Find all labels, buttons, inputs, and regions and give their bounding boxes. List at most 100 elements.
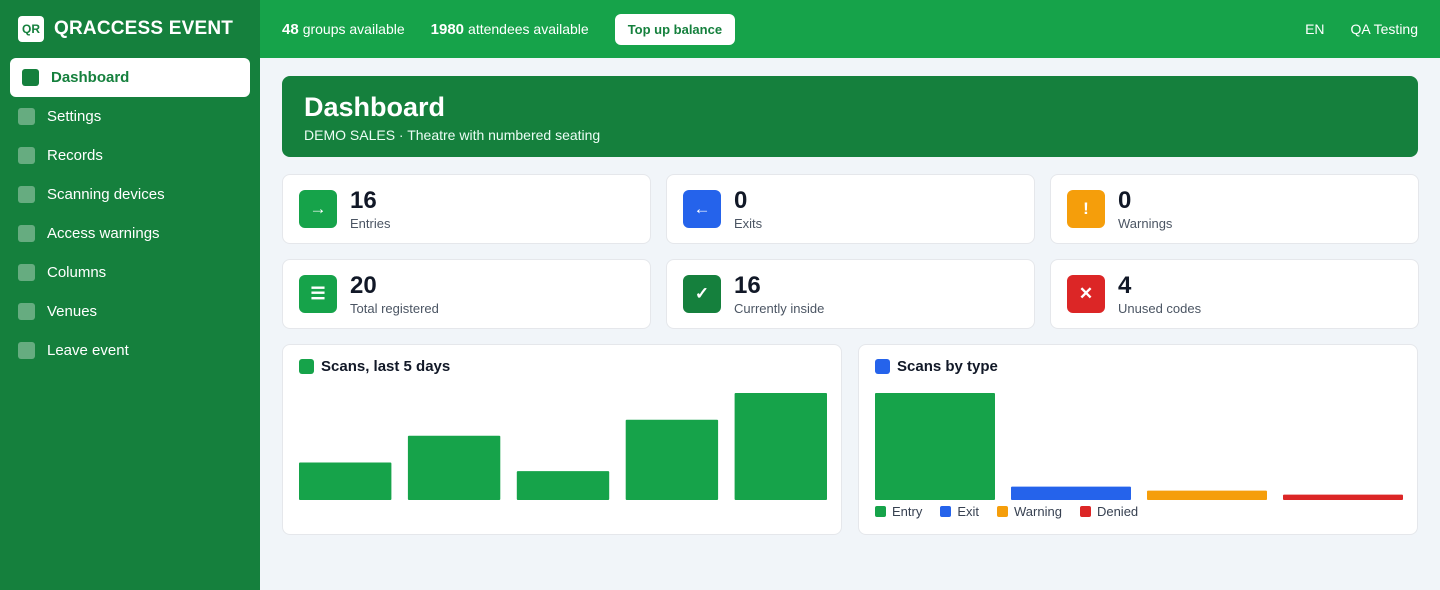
stat-text: 16 Currently inside [734, 271, 825, 316]
legend-swatch [1079, 506, 1091, 517]
cross-icon: ✕ [1067, 275, 1105, 313]
legend-swatch [940, 506, 952, 517]
groups-available: 48 groups available [282, 21, 405, 38]
types-chart-title: Scans by type [897, 358, 998, 375]
legend-item-denied: Denied [1079, 504, 1139, 519]
stat-value: 20 [350, 271, 377, 299]
chart-square-icon [875, 359, 890, 374]
sidebar-item-label: Leave event [47, 342, 129, 359]
scans-type-bar-warning [1147, 490, 1267, 500]
venues-icon [18, 303, 35, 320]
stat-label: Warnings [1118, 215, 1173, 231]
legend-label: Warning [1014, 504, 1062, 519]
list-icon: ☰ [299, 275, 337, 313]
stat-text: 0 Exits [734, 186, 763, 231]
scans-type-bar-denied [1283, 494, 1403, 500]
stat-card-entries: → 16 Entries [282, 174, 651, 244]
legend-swatch [997, 506, 1009, 517]
page-subtitle: DEMO SALES · Theatre with numbered seati… [304, 127, 601, 143]
sidebar-item-access-warnings[interactable]: Access warnings [10, 214, 250, 253]
exclamation-icon: ! [1067, 190, 1105, 228]
chart-title: Scans, last 5 days [299, 358, 825, 375]
attendees-available: 1980 attendees available [431, 21, 589, 38]
sidebar-item-label: Dashboard [51, 69, 130, 86]
legend-swatch [875, 506, 886, 517]
stat-value: 16 [734, 271, 761, 299]
top-up-balance-button[interactable]: Top up balance [614, 13, 736, 45]
sidebar-item-dashboard[interactable]: Dashboard [10, 58, 250, 97]
sidebar-item-label: Columns [47, 264, 107, 281]
brand: QR QRACCESS EVENT [0, 0, 260, 58]
scans-type-bar-exit [1011, 486, 1131, 500]
groups-count: 48 [282, 20, 299, 38]
stat-card-total-registered: ☰ 20 Total registered [282, 259, 651, 329]
stat-text: 16 Entries [350, 186, 391, 231]
attendees-count: 1980 [430, 20, 465, 38]
stat-card-warnings: ! 0 Warnings [1050, 174, 1419, 244]
stat-card-currently-inside: ✓ 16 Currently inside [666, 259, 1035, 329]
stat-value: 0 [1118, 186, 1132, 214]
sidebar-item-columns[interactable]: Columns [10, 253, 250, 292]
dashboard-header: Dashboard DEMO SALES · Theatre with numb… [282, 76, 1418, 157]
scans-day-bar-3 [516, 471, 610, 500]
language-selector[interactable]: EN [1305, 21, 1324, 37]
sidebar-item-settings[interactable]: Settings [10, 97, 250, 136]
brand-name: QRACCESS EVENT [54, 18, 234, 39]
access-warnings-icon [18, 225, 35, 242]
sidebar-item-scanning-devices[interactable]: Scanning devices [10, 175, 250, 214]
sidebar-nav: Dashboard Settings Records Scanning devi… [0, 58, 260, 370]
arrow-right-icon: → [299, 190, 337, 228]
sidebar-item-label: Records [47, 147, 103, 164]
sidebar-item-label: Access warnings [47, 225, 160, 242]
scans-by-type-card: Scans by type Entry Exit Warning Denied [858, 344, 1418, 535]
columns-icon [18, 264, 35, 281]
legend-label: Exit [957, 504, 980, 519]
legend-item-exit: Exit [940, 504, 979, 519]
stat-value: 0 [734, 186, 748, 214]
attendees-label: attendees available [468, 20, 589, 37]
scans-day-bar-1 [299, 462, 392, 500]
main-content: Dashboard DEMO SALES · Theatre with numb… [282, 76, 1419, 535]
user-menu[interactable]: QA Testing [1351, 21, 1418, 37]
scans-type-bar-entry [875, 393, 995, 500]
stat-label: Exits [734, 215, 763, 231]
stat-label: Currently inside [734, 300, 825, 316]
stat-value: 4 [1118, 271, 1132, 299]
topbar: 48 groups available 1980 attendees availab… [260, 0, 1440, 58]
charts-row: Scans, last 5 days Scans by type Entry Ex… [282, 344, 1418, 535]
chart-legend: Entry Exit Warning Denied [875, 504, 1156, 519]
legend-label: Entry [892, 504, 923, 519]
leave-event-icon [18, 342, 35, 359]
sidebar: QR QRACCESS EVENT Dashboard Settings Rec… [0, 0, 260, 590]
page-title: Dashboard [304, 92, 446, 122]
records-icon [18, 147, 35, 164]
stat-label: Unused codes [1118, 300, 1202, 316]
chart-title: Scans by type [875, 358, 1401, 375]
stat-card-exits: ← 0 Exits [666, 174, 1035, 244]
legend-item-entry: Entry [875, 504, 922, 519]
stats-grid: → 16 Entries ← 0 Exits ! 0 Warnings ☰ 20 [282, 174, 1419, 329]
stat-text: 20 Total registered [350, 271, 439, 316]
scans-chart-title: Scans, last 5 days [321, 358, 451, 375]
brand-logo: QR [18, 16, 44, 42]
sidebar-item-label: Venues [47, 303, 98, 320]
legend-label: Denied [1096, 504, 1139, 519]
stat-label: Entries [350, 215, 391, 231]
scans-last-5-days-chart [299, 393, 827, 500]
scans-day-bar-5 [734, 393, 827, 500]
sidebar-item-records[interactable]: Records [10, 136, 250, 175]
stat-text: 4 Unused codes [1118, 271, 1202, 316]
stat-card-unused-codes: ✕ 4 Unused codes [1050, 259, 1419, 329]
legend-item-warning: Warning [997, 504, 1062, 519]
sidebar-item-leave-event[interactable]: Leave event [10, 331, 250, 370]
chart-square-icon [299, 359, 314, 374]
stat-value: 16 [350, 186, 377, 214]
settings-icon [18, 108, 35, 125]
sidebar-item-label: Scanning devices [47, 186, 165, 203]
arrow-left-icon: ← [683, 190, 721, 228]
scans-by-type-chart [875, 393, 1403, 500]
check-icon: ✓ [683, 275, 721, 313]
scans-day-bar-2 [407, 435, 501, 500]
scanning-devices-icon [18, 186, 35, 203]
sidebar-item-venues[interactable]: Venues [10, 292, 250, 331]
